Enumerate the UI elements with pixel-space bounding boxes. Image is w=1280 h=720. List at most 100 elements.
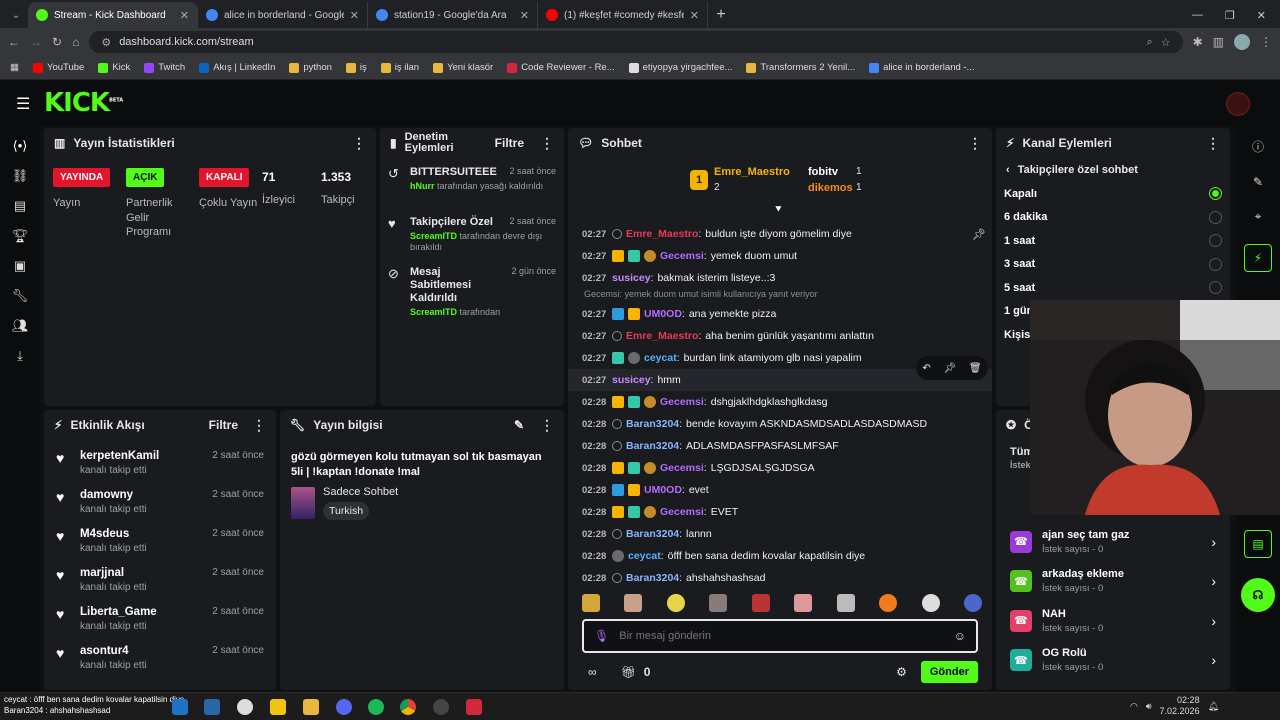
chat-message-field[interactable] [619, 630, 944, 642]
minimize-icon[interactable]: — [1192, 9, 1203, 21]
activity-item[interactable]: ♥ damowny kanalı takip etti 2 saat önce [44, 489, 276, 528]
pin-icon[interactable]: 📌︎ [943, 363, 956, 374]
restore-icon[interactable]: ❐ [1225, 9, 1235, 22]
chat-message[interactable]: 02:28 Baran3204: lannn [568, 523, 992, 545]
taskbar-vscode-icon[interactable] [172, 699, 188, 715]
bookmark-item[interactable]: YouTube [32, 62, 84, 73]
zoom-icon[interactable]: ⌕ [1147, 36, 1153, 49]
bookmark-star-icon[interactable]: ☆ [1161, 36, 1171, 49]
users-icon[interactable]: 👥︎ [12, 318, 29, 334]
option-radio[interactable] [1209, 187, 1222, 201]
quick-action-clip-icon[interactable]: ▤ [1244, 530, 1272, 558]
submenu-header[interactable]: ‹ Takipçilere özel sohbet [996, 158, 1230, 182]
bookmark-item[interactable]: Transformers 2 Yenil... [746, 62, 855, 73]
back-icon[interactable]: ← [8, 35, 20, 49]
video-icon[interactable]: ▣ [14, 258, 26, 274]
bookmark-item[interactable]: Yeni klasör [433, 62, 493, 73]
chat-message[interactable]: 02:28 Baran3204: bende kovayım ASKNDASMDSA… [568, 413, 992, 435]
activity-item[interactable]: ♥ M4sdeus kanalı takip etti 2 saat önce [44, 528, 276, 567]
apps-grid-icon[interactable]: ▦ [10, 62, 19, 73]
moderation-item-user[interactable]: hNurr [410, 181, 435, 191]
reward-item[interactable]: ☎ arkadaş ekleme İstek sayısı - 0 › [996, 562, 1230, 602]
gifter-1-name[interactable]: Emre_Maestro [714, 166, 790, 178]
volume-icon[interactable]: 🔊︎ [1146, 701, 1152, 712]
edit-icon[interactable]: ✎ [514, 418, 524, 432]
activity-user[interactable]: asontur4 [80, 645, 147, 657]
pencil-icon[interactable]: ✎ [1253, 175, 1263, 189]
notification-icon[interactable]: 🔔︎ [1208, 701, 1219, 712]
message-username[interactable]: Gecemsi [660, 396, 704, 408]
sidebar-icon[interactable]: ▥ [1213, 35, 1224, 49]
chat-message[interactable]: 02:28 Baran3204: ADLASMDASFPASFASLMFSAF [568, 435, 992, 457]
browser-tab[interactable]: Stream - Kick Dashboard ✕ [28, 2, 198, 28]
forward-icon[interactable]: → [30, 35, 42, 49]
chevron-right-icon[interactable]: › [1211, 652, 1216, 668]
moderation-filter-button[interactable]: Filtre [495, 136, 524, 150]
broadcast-icon[interactable]: ⟨•⟩ [13, 138, 28, 154]
moderation-item[interactable]: ⊘ Mesaj Sabitlemesi Kaldırıldı 2 gün önce S… [380, 258, 564, 318]
gifter-3-name[interactable]: dikemos [808, 182, 853, 194]
chat-message[interactable]: 02:28 Gecemsi: dshgjaklhdgklashglkdasg [568, 391, 992, 413]
message-username[interactable]: Gecemsi [660, 250, 704, 262]
message-username[interactable]: Gecemsi [660, 506, 704, 518]
camera-icon[interactable]: ⌖ [1255, 209, 1262, 224]
chat-message[interactable]: 02:28 Gecemsi: EVET [568, 501, 992, 523]
taskbar-notes-icon[interactable] [270, 699, 286, 715]
activity-item[interactable]: ♥ asontur4 kanalı takip etti 2 saat önce [44, 645, 276, 684]
tab-close-icon[interactable]: ✕ [350, 9, 359, 22]
infinity-icon[interactable]: ∞ [588, 665, 597, 679]
follower-mode-option[interactable]: 5 saat [996, 276, 1230, 300]
message-username[interactable]: Gecemsi [660, 462, 704, 474]
tab-close-icon[interactable]: ✕ [180, 9, 189, 22]
close-window-icon[interactable]: ✕ [1257, 9, 1266, 22]
analytics-icon[interactable]: ▤ [14, 198, 26, 214]
option-radio[interactable] [1209, 257, 1222, 271]
browser-tab[interactable]: station19 - Google'da Ara ✕ [368, 2, 538, 28]
moderation-item-user[interactable]: ScreamITD [410, 307, 457, 317]
bookmark-item[interactable]: etiyopya yirgachfee... [628, 62, 732, 73]
back-arrow-icon[interactable]: ‹ [1006, 164, 1010, 176]
moderation-item[interactable]: ↺ BITTERSUITEEE 2 saat önce hNurr tarafında… [380, 158, 564, 208]
browser-tab[interactable]: alice in borderland - Google'da ✕ [198, 2, 368, 28]
info-icon[interactable]: ⓘ [1252, 138, 1264, 155]
activity-item[interactable]: ♥ kerpetenKamil kanalı takip etti 2 saat ön… [44, 450, 276, 489]
message-username[interactable]: UM0OD [644, 308, 682, 320]
url-field[interactable]: ⚙ dashboard.kick.com/stream ⌕ ☆ [89, 31, 1183, 53]
emote[interactable] [794, 594, 813, 612]
message-username[interactable]: Baran3204 [626, 528, 679, 540]
message-username[interactable]: ceycat [628, 550, 661, 562]
follower-mode-option[interactable]: 3 saat [996, 253, 1230, 277]
emote[interactable] [582, 594, 600, 612]
taskbar-app-icon[interactable] [204, 699, 220, 715]
delete-icon[interactable]: 🗑︎ [969, 363, 982, 374]
chat-input[interactable]: 🎙︎ ☺ [582, 619, 978, 653]
chevron-right-icon[interactable]: › [1211, 573, 1216, 589]
profile-avatar[interactable] [1234, 34, 1250, 50]
bookmark-item[interactable]: Akış | LinkedIn [199, 62, 275, 73]
site-info-icon[interactable]: ⚙ [101, 36, 111, 49]
activity-filter-button[interactable]: Filtre [209, 418, 238, 432]
chat-message[interactable]: 02:27 susicey: bakmak isterim listeye..:3 [568, 267, 992, 289]
option-radio[interactable] [1209, 234, 1222, 248]
chat-message[interactable]: 02:28 Baran3204: ahshahshashsad [568, 567, 992, 583]
activity-user[interactable]: marjjnal [80, 567, 147, 579]
chat-message[interactable]: 02:27 UM0OD: ana yemekte pizza [568, 303, 992, 325]
quick-action-lightning-icon[interactable]: ⚡︎ [1244, 244, 1272, 272]
reward-item[interactable]: ☎ OG Rolü İstek sayısı - 0 › [996, 641, 1230, 681]
chat-message[interactable]: 02:28 ceycat: öfff ben sana dedim kovalar … [568, 545, 992, 567]
activity-user[interactable]: kerpetenKamil [80, 450, 159, 462]
follower-mode-option[interactable]: 1 saat [996, 229, 1230, 253]
follower-mode-option[interactable]: Kapalı [996, 182, 1230, 206]
reward-item[interactable]: ☎ NAH İstek sayısı - 0 › [996, 601, 1230, 641]
chat-settings-icon[interactable]: ⚙ [896, 665, 907, 679]
bookmark-item[interactable]: Kick [98, 62, 130, 73]
trophy-icon[interactable]: 🏆︎ [12, 228, 29, 244]
bookmark-item[interactable]: iş [345, 62, 367, 73]
new-tab-button[interactable]: + [708, 2, 734, 28]
message-username[interactable]: susicey [612, 272, 651, 284]
kick-logo[interactable]: KICKBETA [44, 88, 123, 118]
chat-message[interactable]: 02:27 Emre_Maestro: aha benim günlük yaşan… [568, 325, 992, 347]
activity-user[interactable]: M4sdeus [80, 528, 147, 540]
message-username[interactable]: UM0OD [644, 484, 682, 496]
taskbar-openai-icon[interactable] [237, 699, 253, 715]
